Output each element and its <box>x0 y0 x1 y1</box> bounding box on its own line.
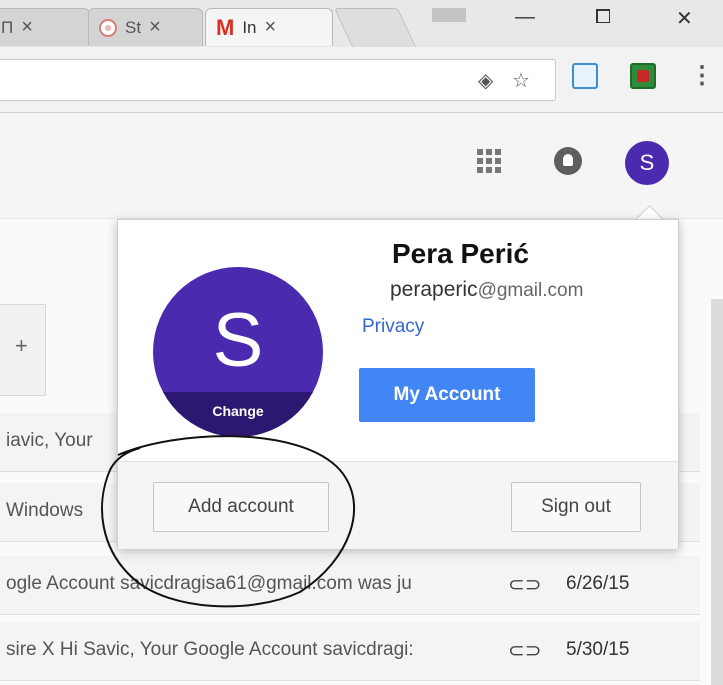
sign-out-button[interactable]: Sign out <box>511 482 641 532</box>
mcafee-extension-icon[interactable] <box>630 63 656 89</box>
tab-close-icon[interactable]: × <box>265 16 277 39</box>
apps-grid-icon[interactable] <box>477 149 501 173</box>
tab-close-icon[interactable]: × <box>149 16 161 39</box>
tab-close-icon[interactable]: × <box>21 16 33 39</box>
avatar-letter: S <box>639 150 655 175</box>
mail-snippet: ogle Account savicdragisa61@gmail.com wa… <box>6 573 412 594</box>
profile-photo[interactable]: S Change <box>153 267 323 437</box>
browser-tab-2[interactable]: St × <box>88 8 203 46</box>
mail-date: 5/30/15 <box>566 639 630 660</box>
change-photo-button[interactable]: Change <box>153 392 323 437</box>
mail-date: 6/26/15 <box>566 573 630 594</box>
window-title-area <box>432 8 466 22</box>
my-account-button[interactable]: My Account <box>359 368 535 422</box>
popup-footer: Add account Sign out <box>118 461 678 549</box>
account-name: Pera Perić <box>392 238 529 269</box>
scrollbar[interactable] <box>711 299 723 685</box>
email-user: peraperic <box>390 278 478 301</box>
account-avatar-button[interactable]: S <box>625 141 669 185</box>
eye-icon[interactable]: ◈ <box>478 68 493 93</box>
gmail-header: S <box>0 113 723 219</box>
tab-favicon-icon <box>99 18 117 37</box>
browser-toolbar: ◈ ☆ ⋮ <box>0 47 723 113</box>
privacy-link[interactable]: Privacy <box>362 316 424 338</box>
mail-snippet: iavic, Your <box>6 430 93 451</box>
address-bar[interactable]: ◈ ☆ <box>0 59 556 101</box>
inbox-tab-area: + <box>0 304 46 396</box>
browser-tab-gmail[interactable]: M In × <box>205 8 333 46</box>
browser-tab-1[interactable]: П × <box>0 8 90 46</box>
maximize-icon[interactable]: ⧠ <box>595 6 611 29</box>
avatar-letter: S <box>212 298 264 383</box>
mail-snippet: sire X Hi Savic, Your Google Account sav… <box>6 639 414 660</box>
window-close-icon[interactable]: ✕ <box>676 6 693 31</box>
gmail-favicon-icon: M <box>216 14 235 40</box>
tab-title: St <box>125 17 142 37</box>
star-icon[interactable]: ☆ <box>512 68 530 93</box>
mail-row[interactable]: ogle Account savicdragisa61@gmail.com wa… <box>0 556 700 615</box>
attachment-icon: ⊂⊃ <box>508 574 542 596</box>
mail-snippet: Windows <box>6 500 84 521</box>
tab-title: In <box>242 17 257 37</box>
minimize-icon[interactable]: — <box>515 6 535 29</box>
email-domain: @gmail.com <box>477 280 584 301</box>
attachment-icon: ⊂⊃ <box>508 640 542 662</box>
add-tab-icon[interactable]: + <box>15 333 28 359</box>
add-account-button[interactable]: Add account <box>153 482 329 532</box>
tab-title: П <box>1 17 14 37</box>
new-tab-button[interactable] <box>333 8 417 47</box>
extension-icon[interactable] <box>572 63 598 89</box>
account-email: peraperic@gmail.com <box>390 278 583 302</box>
notifications-icon[interactable] <box>554 147 582 175</box>
account-popup: S Change Pera Perić peraperic@gmail.com … <box>117 219 679 549</box>
chrome-menu-icon[interactable]: ⋮ <box>690 61 714 90</box>
browser-tab-strip: П × St × M In × — ⧠ ✕ <box>0 0 723 48</box>
mail-row[interactable]: sire X Hi Savic, Your Google Account sav… <box>0 622 700 681</box>
